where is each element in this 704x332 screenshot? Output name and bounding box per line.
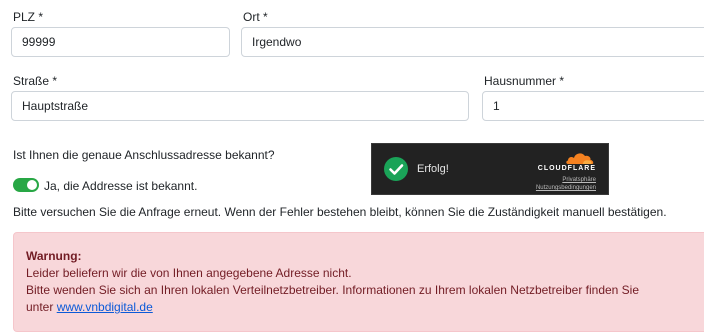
vnbdigital-link[interactable]: www.vnbdigital.de (57, 300, 153, 314)
terms-link[interactable]: Nutzungsbedingungen (536, 185, 596, 191)
warning-alert: Warnung: Leider beliefern wir die von Ih… (13, 232, 704, 332)
ort-input[interactable]: Irgendwo (241, 27, 704, 57)
strasse-label: Straße * (13, 74, 58, 88)
toggle-knob (27, 180, 37, 190)
ort-label: Ort * (243, 10, 268, 24)
hausnummer-label: Hausnummer * (484, 74, 565, 88)
warning-line-3: unter www.vnbdigital.de (26, 300, 153, 314)
privacy-link[interactable]: Privatsphäre (562, 177, 596, 183)
warning-line-2: Bitte wenden Sie sich an Ihren lokalen V… (26, 283, 640, 297)
plz-label: PLZ * (13, 10, 44, 24)
cloudflare-brand: CLOUDFLARE (537, 165, 596, 172)
hausnummer-input[interactable]: 1 (482, 91, 704, 121)
address-known-label: Ja, die Addresse ist bekannt. (44, 179, 198, 193)
cloudflare-turnstile-widget: Erfolg! CLOUDFLARE Privatsphäre Nutzungs… (371, 143, 609, 195)
address-question: Ist Ihnen die genaue Anschlussadresse be… (13, 148, 275, 162)
plz-input[interactable]: 99999 (11, 27, 230, 57)
address-known-toggle[interactable] (13, 178, 39, 192)
captcha-status: Erfolg! (417, 163, 449, 175)
strasse-input[interactable]: Hauptstraße (11, 91, 469, 121)
warning-line-1: Leider beliefern wir die von Ihnen angeg… (26, 266, 352, 280)
warning-title: Warnung: (26, 249, 82, 263)
warning-line-3-prefix: unter (26, 300, 54, 314)
retry-message: Bitte versuchen Sie die Anfrage erneut. … (13, 205, 667, 219)
check-circle-icon (384, 157, 408, 181)
